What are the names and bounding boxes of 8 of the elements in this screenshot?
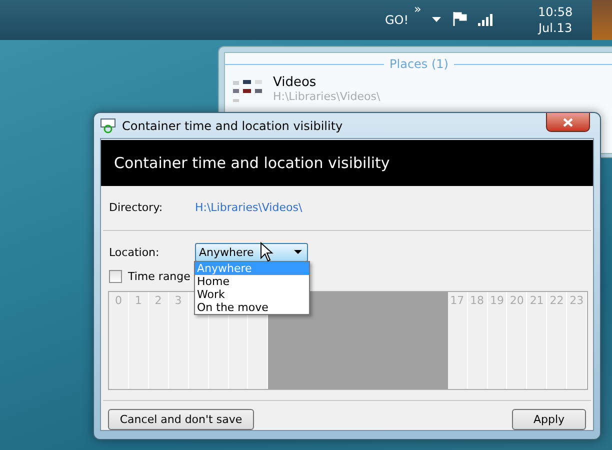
time-range-label: Time range [128, 270, 190, 283]
dialog-heading: Container time and location visibility [114, 154, 390, 172]
window-title: Container time and location visibility [122, 118, 343, 132]
places-header: Places (1) [390, 57, 448, 71]
place-name: Videos [273, 75, 318, 90]
location-label: Location: [109, 246, 160, 259]
directory-label: Directory: [109, 201, 164, 214]
place-path: H:\Libraries\Videos\ [273, 90, 380, 103]
